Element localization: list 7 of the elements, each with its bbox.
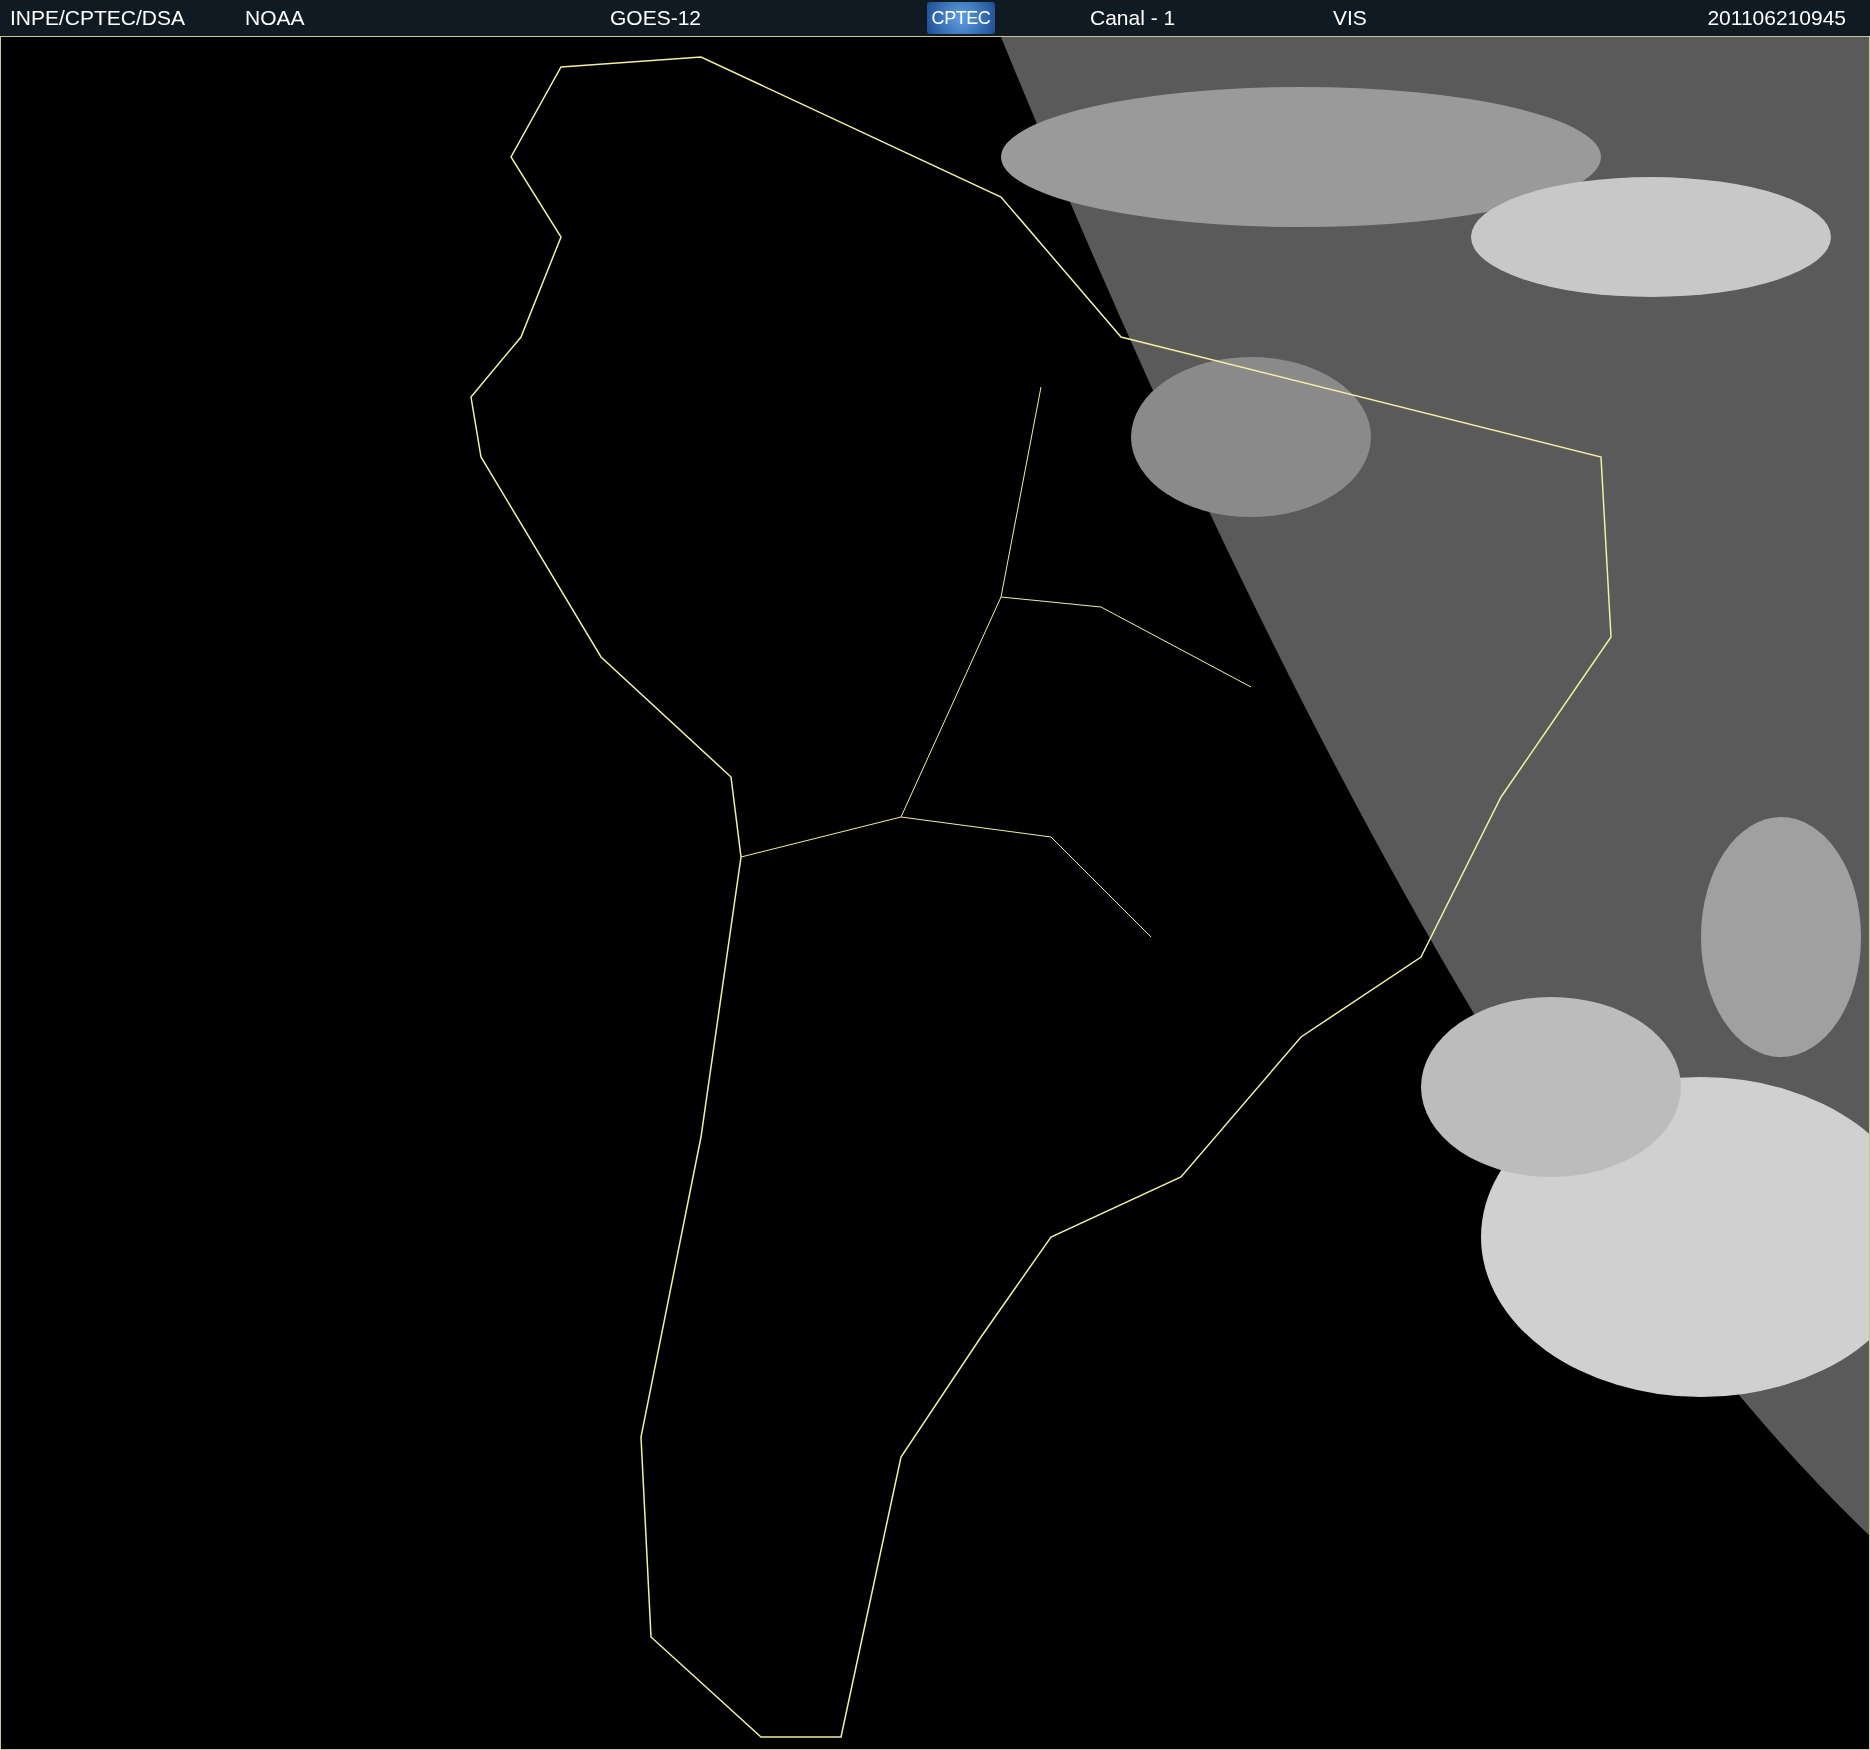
header-label: VIS — [1333, 6, 1367, 30]
logo: CPTEC — [927, 2, 995, 34]
header-label: NOAA — [245, 6, 305, 30]
header-label: Canal - 1 — [1090, 6, 1176, 30]
header-label: 201106210945 — [1707, 6, 1846, 30]
header-label: INPE/CPTEC/DSA — [10, 6, 186, 30]
header-label: GOES-12 — [610, 6, 702, 30]
